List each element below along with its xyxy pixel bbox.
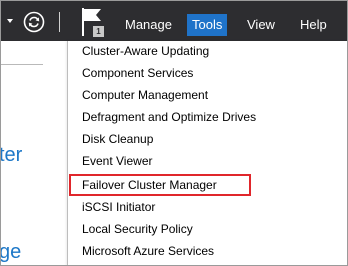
menu-help[interactable]: Help [295, 14, 332, 36]
menu-item-computer-management[interactable]: Computer Management [82, 85, 208, 105]
menu-bar: 1 Manage Tools View Help [1, 1, 347, 41]
dashboard-link-fragment[interactable]: ge [1, 241, 21, 264]
pane-divider [1, 64, 43, 65]
toolbar-separator [59, 12, 60, 32]
dropdown-arrow-icon[interactable] [7, 19, 13, 23]
menu-item-iscsi-initiator[interactable]: iSCSI Initiator [82, 197, 155, 217]
menu-item-component-services[interactable]: Component Services [82, 63, 193, 83]
menu-manage[interactable]: Manage [120, 14, 177, 36]
menu-item-cluster-aware-updating[interactable]: Cluster-Aware Updating [82, 41, 209, 61]
refresh-icon[interactable] [23, 11, 45, 33]
menu-item-disk-cleanup[interactable]: Disk Cleanup [82, 129, 153, 149]
menu-item-local-security-policy[interactable]: Local Security Policy [82, 219, 193, 239]
dashboard-link-fragment[interactable]: ter [1, 144, 22, 167]
menu-item-event-viewer[interactable]: Event Viewer [82, 151, 152, 171]
menu-item-failover-cluster-manager[interactable]: Failover Cluster Manager [82, 175, 217, 195]
server-manager-window: 1 Manage Tools View Help ter ge Cluster-… [0, 0, 348, 266]
menu-item-microsoft-azure-services[interactable]: Microsoft Azure Services [82, 241, 214, 261]
tools-dropdown-menu: Cluster-Aware Updating Component Service… [67, 41, 347, 265]
menu-tools[interactable]: Tools [187, 14, 228, 36]
notification-count-badge: 1 [93, 26, 104, 37]
menu-view[interactable]: View [242, 14, 280, 36]
menu-item-defragment-drives[interactable]: Defragment and Optimize Drives [82, 107, 256, 127]
